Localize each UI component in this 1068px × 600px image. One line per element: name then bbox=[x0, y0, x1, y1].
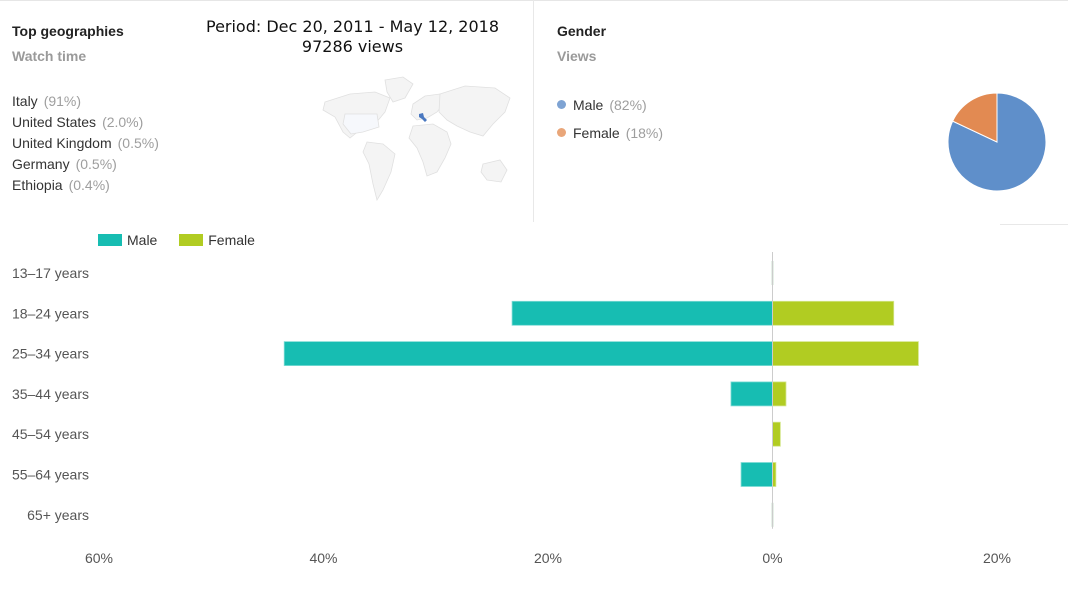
x-tick-label: 0% bbox=[762, 550, 782, 566]
bar-female[interactable] bbox=[772, 300, 895, 326]
geo-name: United Kingdom bbox=[12, 135, 112, 151]
gender-name: Female bbox=[573, 125, 620, 141]
views-count: 97286 views bbox=[301, 37, 404, 56]
geo-name: Italy bbox=[12, 93, 38, 109]
map-africa bbox=[408, 123, 452, 177]
gender-pct: (18%) bbox=[625, 125, 664, 141]
category-label: 65+ years bbox=[27, 507, 89, 523]
category-label: 55–64 years bbox=[12, 467, 89, 483]
geographies-subtitle: Watch time bbox=[12, 48, 87, 64]
female-dot-icon bbox=[557, 128, 566, 137]
geographies-title: Top geographies bbox=[12, 23, 124, 39]
map-south-america bbox=[362, 141, 396, 202]
category-label: 13–17 years bbox=[12, 265, 89, 281]
bar-male[interactable] bbox=[730, 381, 773, 407]
legend-label: Male bbox=[127, 232, 158, 248]
geo-pct: (0.4%) bbox=[68, 177, 110, 193]
bar-female[interactable] bbox=[772, 341, 919, 366]
map-usa bbox=[342, 113, 380, 135]
category-label: 45–54 years bbox=[12, 426, 89, 442]
gender-pct: (82%) bbox=[609, 97, 647, 113]
gender-title: Gender bbox=[557, 23, 607, 39]
geo-pct: (91%) bbox=[43, 93, 82, 109]
x-tick-label: 20% bbox=[983, 550, 1011, 566]
top-border bbox=[0, 0, 1068, 1]
gender-name: Male bbox=[573, 97, 604, 113]
gender-legend-female[interactable]: Female (18%) bbox=[557, 119, 663, 147]
legend-item-female[interactable]: Female bbox=[179, 232, 255, 248]
gender-legend: Male (82%) Female (18%) bbox=[557, 91, 663, 147]
geo-item[interactable]: United States (2.0%) bbox=[12, 112, 159, 133]
geo-pct: (0.5%) bbox=[75, 156, 117, 172]
bar-male[interactable] bbox=[511, 300, 773, 326]
category-label: 18–24 years bbox=[12, 305, 89, 321]
legend-item-male[interactable]: Male bbox=[98, 232, 157, 248]
period-header: Period: Dec 20, 2011 - May 12, 2018 9728… bbox=[190, 17, 515, 57]
card-divider bbox=[533, 0, 534, 222]
geo-name: Ethiopia bbox=[12, 177, 63, 193]
bar-male[interactable] bbox=[283, 341, 773, 366]
x-tick-label: 20% bbox=[534, 550, 562, 566]
geo-item[interactable]: United Kingdom (0.5%) bbox=[12, 133, 159, 154]
legend-label: Female bbox=[208, 232, 255, 248]
geo-name: Germany bbox=[12, 156, 70, 172]
gender-legend-male[interactable]: Male (82%) bbox=[557, 91, 663, 119]
geo-pct: (2.0%) bbox=[102, 114, 144, 130]
x-tick-label: 40% bbox=[309, 550, 337, 566]
geo-item[interactable]: Germany (0.5%) bbox=[12, 154, 159, 175]
bar-female[interactable] bbox=[772, 381, 787, 407]
category-label: 25–34 years bbox=[12, 346, 89, 362]
period-text: Period: Dec 20, 2011 - May 12, 2018 bbox=[205, 17, 500, 36]
geo-pct: (0.5%) bbox=[117, 135, 159, 151]
x-tick-label: 60% bbox=[85, 550, 113, 566]
map-asia bbox=[438, 85, 511, 137]
bar-female[interactable] bbox=[772, 421, 781, 447]
bar-female[interactable] bbox=[772, 462, 777, 487]
world-map[interactable] bbox=[305, 72, 515, 207]
bar-male[interactable] bbox=[740, 462, 773, 487]
age-chart-legend: Male Female bbox=[98, 232, 273, 248]
category-label: 35–44 years bbox=[12, 386, 89, 402]
geo-name: United States bbox=[12, 114, 97, 130]
male-swatch-icon bbox=[98, 234, 122, 246]
age-gender-bar-chart: 13–17 years 18–24 years 25–34 years 35–44 y… bbox=[12, 252, 1011, 566]
female-swatch-icon bbox=[179, 234, 204, 246]
gender-subtitle: Views bbox=[557, 48, 597, 64]
card-divider-bottom bbox=[1000, 224, 1068, 225]
gender-pie-chart bbox=[947, 92, 1047, 192]
geo-item[interactable]: Ethiopia (0.4%) bbox=[12, 175, 159, 196]
map-australia bbox=[480, 159, 508, 183]
male-dot-icon bbox=[557, 100, 566, 109]
geographies-list: Italy (91%) United States (2.0%) United Ki… bbox=[12, 91, 159, 196]
geo-item[interactable]: Italy (91%) bbox=[12, 91, 159, 112]
